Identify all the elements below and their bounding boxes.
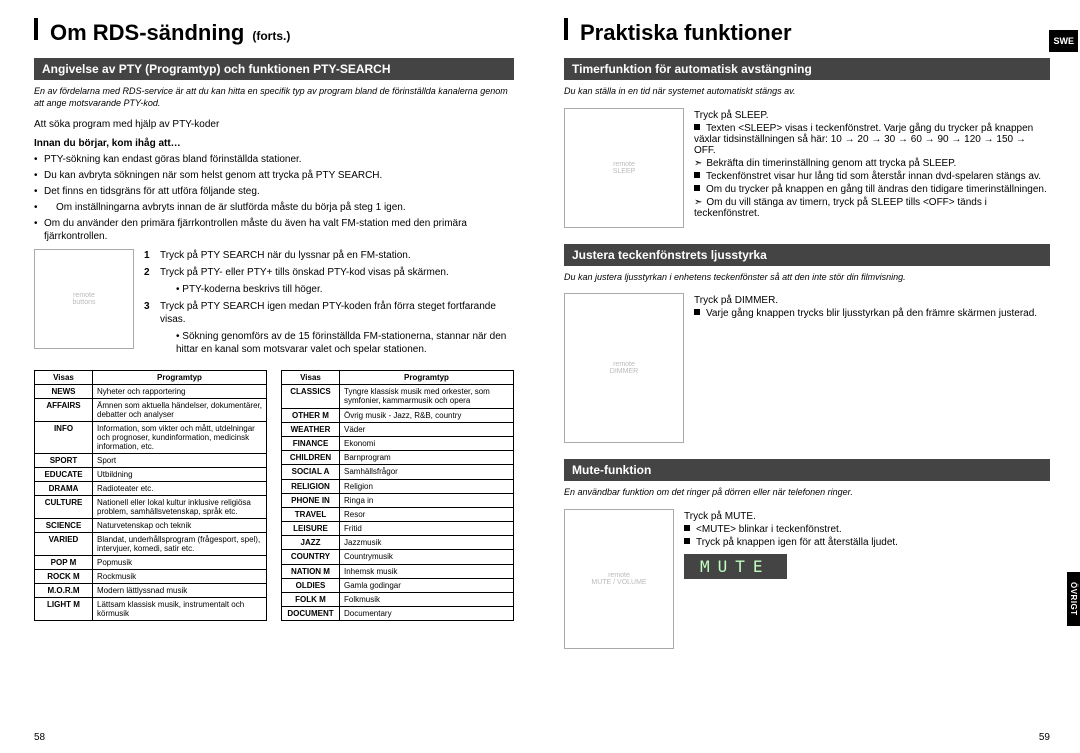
remote-illustration-sleep: remoteSLEEP [564, 108, 684, 228]
table-row: TRAVELResor [282, 507, 514, 521]
step-sub: Sökning genomförs av de 15 förinställda … [144, 330, 514, 356]
remote-illustration-dimmer: remoteDIMMER [564, 293, 684, 443]
heading-timer: Timerfunktion för automatisk avstängning [564, 58, 1050, 80]
th-visas-2: Visas [282, 371, 340, 385]
table-row: M.O.R.MModern lättlyssnad musik [35, 584, 267, 598]
title-main: Om RDS-sändning [50, 20, 244, 46]
title-main-right: Praktiska funktioner [580, 20, 792, 46]
table-row: INFOInformation, som vikter och mått, ut… [35, 422, 267, 454]
table-row: LIGHT MLättsam klassisk musik, instrumen… [35, 598, 267, 621]
step-item: 1Tryck på PTY SEARCH när du lyssnar på e… [144, 249, 514, 262]
table-row: PHONE INRinga in [282, 493, 514, 507]
table-row: RELIGIONReligion [282, 479, 514, 493]
intro-dimmer: Du kan justera ljusstyrkan i enhetens te… [564, 272, 1050, 284]
step-item: 3Tryck på PTY SEARCH igen medan PTY-kode… [144, 300, 514, 326]
bullet-item: PTY-sökning kan endast göras bland förin… [34, 153, 514, 166]
table-row: JAZZJazzmusik [282, 536, 514, 550]
table-row: FINANCEEkonomi [282, 437, 514, 451]
bullet-item: Om inställningarna avbryts innan de är s… [34, 201, 514, 214]
table-row: SPORTSport [35, 454, 267, 468]
intro-timer: Du kan ställa in en tid när systemet aut… [564, 86, 1050, 98]
subline: Att söka program med hjälp av PTY-koder [34, 119, 514, 130]
bullet-item: Du kan avbryta sökningen när som helst g… [34, 169, 514, 182]
th-visas: Visas [35, 371, 93, 385]
table-row: COUNTRYCountrymusik [282, 550, 514, 564]
table-row: EDUCATEUtbildning [35, 468, 267, 482]
step-sub: PTY-koderna beskrivs till höger. [144, 283, 514, 296]
table-row: NATION MInhemsk musik [282, 564, 514, 578]
table-row: OTHER MÖvrig musik - Jazz, R&B, country [282, 408, 514, 422]
remote-illustration-mute: remoteMUTE / VOLUME [564, 509, 674, 649]
table-row: VARIEDBlandat, underhållsprogram (fråges… [35, 533, 267, 556]
bullet-item: Det finns en tidsgräns för att utföra fö… [34, 185, 514, 198]
table-row: AFFAIRSÄmnen som aktuella händelser, dok… [35, 399, 267, 422]
pty-table-right: Visas Programtyp CLASSICSTyngre klassisk… [281, 370, 514, 621]
th-programtyp: Programtyp [93, 371, 267, 385]
page-number-left: 58 [34, 732, 45, 743]
table-row: ROCK MRockmusik [35, 570, 267, 584]
table-row: LEISUREFritid [282, 522, 514, 536]
table-row: SCIENCENaturvetenskap och teknik [35, 519, 267, 533]
table-row: DRAMARadioteater etc. [35, 482, 267, 496]
mute-display: MUTE [684, 554, 787, 579]
note-bold: Innan du börjar, kom ihåg att… [34, 138, 514, 149]
side-tab: ÖVRIGT [1067, 572, 1080, 626]
page-title-right: Praktiska funktioner [564, 18, 1050, 46]
table-row: CULTURENationell eller lokal kultur inkl… [35, 496, 267, 519]
table-row: SOCIAL ASamhällsfrågor [282, 465, 514, 479]
page-number-right: 59 [1039, 732, 1050, 743]
heading-dimmer: Justera teckenfönstrets ljusstyrka [564, 244, 1050, 266]
table-row: POP MPopmusik [35, 556, 267, 570]
title-cont: (forts.) [252, 29, 290, 43]
table-row: FOLK MFolkmusik [282, 592, 514, 606]
heading-mute: Mute-funktion [564, 459, 1050, 481]
remote-illustration: remotebuttons [34, 249, 134, 349]
intro-mute: En användbar funktion om det ringer på d… [564, 487, 1050, 499]
bullet-list: PTY-sökning kan endast göras bland förin… [34, 153, 514, 243]
step-item: 2Tryck på PTY- eller PTY+ tills önskad P… [144, 266, 514, 279]
table-row: CHILDRENBarnprogram [282, 451, 514, 465]
table-row: WEATHERVäder [282, 422, 514, 436]
table-row: NEWSNyheter och rapportering [35, 385, 267, 399]
pty-table-left: Visas Programtyp NEWSNyheter och rapport… [34, 370, 267, 621]
th-programtyp-2: Programtyp [340, 371, 514, 385]
table-row: DOCUMENTDocumentary [282, 607, 514, 621]
section-intro: En av fördelarna med RDS-service är att … [34, 86, 514, 109]
bullet-item: Om du använder den primära fjärrkontroll… [34, 217, 514, 243]
table-row: CLASSICSTyngre klassisk musik med orkest… [282, 385, 514, 408]
table-row: OLDIESGamla godingar [282, 578, 514, 592]
section-heading-pty: Angivelse av PTY (Programtyp) och funkti… [34, 58, 514, 80]
page-title-left: Om RDS-sändning (forts.) [34, 18, 514, 46]
language-badge: SWE [1049, 30, 1078, 52]
